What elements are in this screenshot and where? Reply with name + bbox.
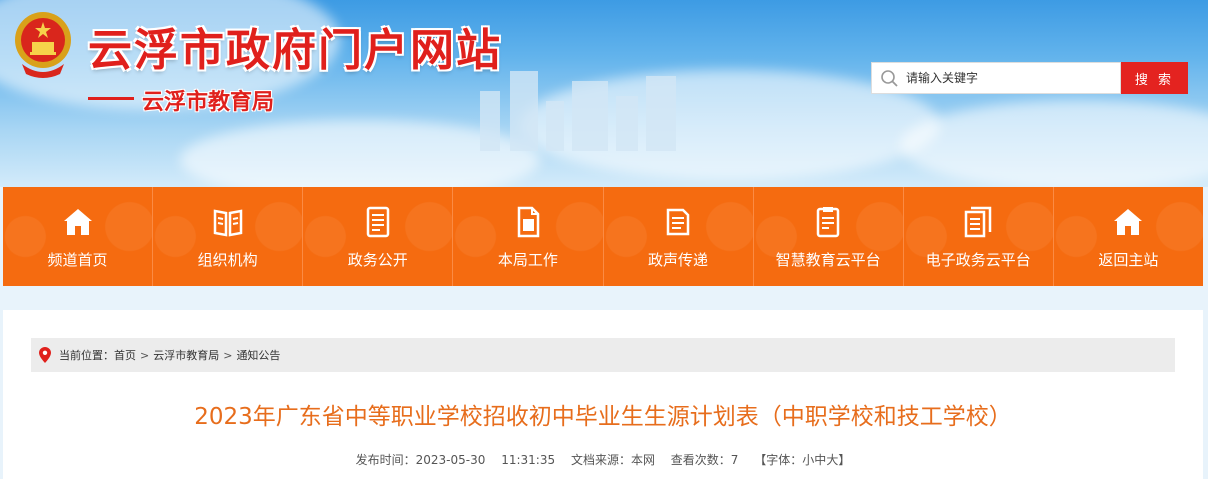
breadcrumb: 当前位置： 首页 > 云浮市教育局 > 通知公告 [31,338,1175,372]
font-size-switcher: 【字体：小中大】 [754,453,850,467]
skyline-decoration [546,101,564,151]
breadcrumb-prefix: 当前位置： [59,349,114,362]
location-pin-icon [39,347,51,363]
breadcrumb-education-bureau[interactable]: 云浮市教育局 [153,347,219,363]
nav-label: 政声传递 [648,251,709,269]
font-size-small[interactable]: 小 [802,453,814,467]
notice-icon [666,208,690,236]
nav-label: 频道首页 [47,251,108,269]
nav-item-return-main-site[interactable]: 返回主站 [1053,187,1203,286]
national-emblem-icon [12,8,74,80]
book-icon [213,209,242,237]
nav-item-channel-home[interactable]: 频道首页 [3,187,154,286]
nav-label: 智慧教育云平台 [775,251,881,269]
content-panel: 当前位置： 首页 > 云浮市教育局 > 通知公告 2023年广东省中等职业学校招… [3,310,1203,479]
document-icon [366,206,390,238]
font-size-large[interactable]: 大 [826,453,838,467]
home-icon [63,209,92,235]
article-title: 2023年广东省中等职业学校招收初中毕业生生源计划表（中职学校和技工学校） [194,404,1012,430]
nav-item-bureau-work[interactable]: 本局工作 [453,187,604,286]
skyline-decoration [646,76,676,151]
breadcrumb-separator: > [140,348,150,362]
nav-label: 本局工作 [497,251,558,269]
breadcrumb-separator: > [223,348,233,362]
nav-item-e-government-cloud[interactable]: 电子政务云平台 [903,187,1054,286]
nav-label: 政务公开 [347,251,408,269]
nav-item-organization[interactable]: 组织机构 [153,187,304,286]
skyline-decoration [480,91,500,151]
publish-time: 11:31:35 [501,453,556,467]
font-size-prefix: 【字体： [754,453,803,467]
breadcrumb-home[interactable]: 首页 [114,347,136,363]
main-nav: 频道首页 组织机构 政务公开 本局工作 政声传递 智慧教育云平台 电子政务云平台… [3,187,1203,286]
skyline-decoration [510,71,538,151]
header-banner: 云浮市政府门户网站 云浮市教育局 搜 索 [0,0,1208,187]
skyline-decoration [616,96,638,151]
nav-item-government-affairs[interactable]: 政务公开 [303,187,454,286]
nav-label: 电子政务云平台 [925,251,1031,269]
home-icon [1114,209,1143,235]
nav-item-smart-education-cloud[interactable]: 智慧教育云平台 [753,187,904,286]
search-button[interactable]: 搜 索 [1121,62,1188,94]
subtitle-divider [88,97,134,100]
breadcrumb-notices[interactable]: 通知公告 [236,347,280,363]
search-field-wrapper [871,62,1121,94]
nav-label: 返回主站 [1098,251,1159,269]
font-size-suffix: 】 [838,453,851,467]
clipboard-icon [816,207,840,238]
pages-icon [965,206,992,238]
site-title: 云浮市政府门户网站 [88,25,502,76]
nav-label: 组织机构 [197,251,258,269]
nav-item-voice-transmission[interactable]: 政声传递 [603,187,754,286]
publish-date: 发布时间：2023-05-30 [355,453,486,467]
article-meta: 发布时间：2023-05-30 11:31:35 文档来源：本网 查看次数：7 … [3,451,1203,468]
font-size-medium[interactable]: 中 [814,453,826,467]
search-icon [881,70,898,87]
view-count: 查看次数：7 [670,453,739,467]
department-title: 云浮市教育局 [142,90,275,115]
document-source: 文档来源：本网 [570,453,655,467]
search-input[interactable] [906,64,1106,92]
cloud-decoration [900,100,1208,187]
file-icon [517,206,540,238]
skyline-decoration [572,81,608,151]
search-bar: 搜 索 [871,62,1188,94]
